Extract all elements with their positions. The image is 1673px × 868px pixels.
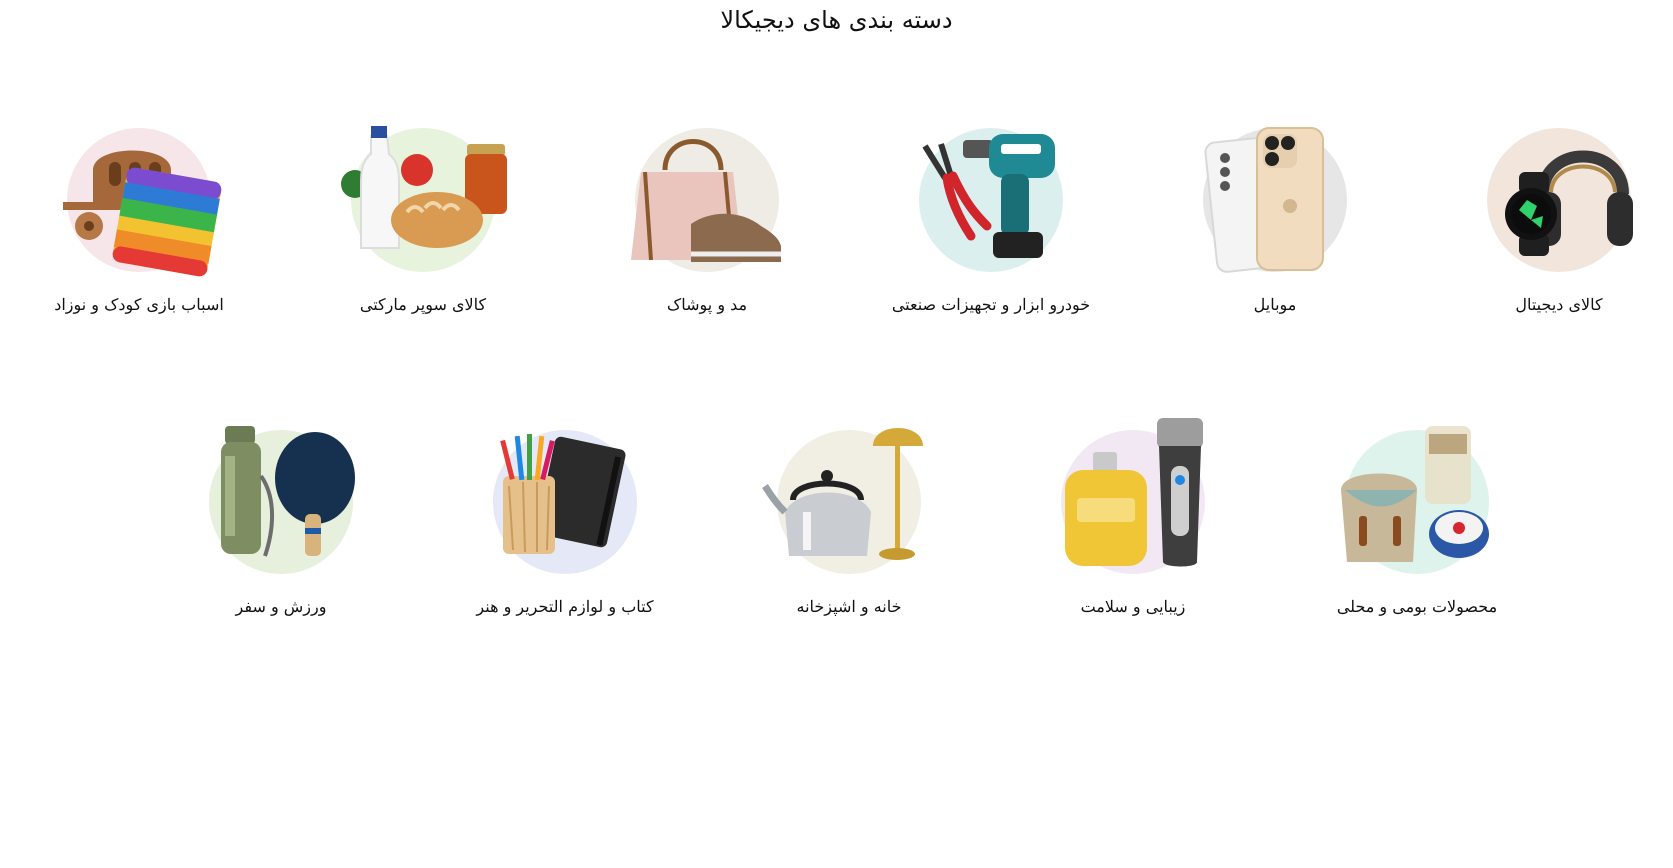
category-books-stationery[interactable]: کتاب و لوازم التحریر و هنر — [465, 420, 665, 620]
local-crafts-icon — [1341, 426, 1489, 562]
category-image — [1061, 418, 1205, 574]
category-fashion[interactable]: مد و پوشاک — [607, 118, 807, 318]
category-label: کالای سوپر مارکتی — [359, 295, 487, 314]
notebook-pencils-icon — [500, 434, 626, 554]
section-title: دسته بندی های دیجیکالا — [720, 6, 953, 34]
category-image — [1487, 128, 1633, 272]
category-label: محصولات بومی و محلی — [1336, 597, 1498, 616]
category-label: زیبایی و سلامت — [1080, 597, 1186, 616]
groceries-icon — [341, 126, 507, 249]
category-tools[interactable]: خودرو ابزار و تجهیزات صنعتی — [891, 118, 1091, 318]
category-label: خانه و اشپزخانه — [796, 597, 902, 616]
toys-icon — [63, 150, 222, 277]
categories-page: دسته بندی های دیجیکالا کالای دیجیتال موب… — [0, 0, 1673, 868]
category-label: ورزش و سفر — [235, 597, 327, 616]
category-supermarket[interactable]: کالای سوپر مارکتی — [323, 118, 523, 318]
category-label: خودرو ابزار و تجهیزات صنعتی — [891, 295, 1091, 314]
kettle-lamp-icon — [762, 428, 923, 560]
category-beauty-health[interactable]: زیبایی و سلامت — [1033, 418, 1233, 620]
category-toys[interactable]: اسباب بازی کودک و نوزاد — [39, 118, 239, 318]
category-digital-goods[interactable]: کالای دیجیتال — [1459, 118, 1659, 318]
category-image — [1203, 127, 1347, 273]
perfume-shaver-icon — [1065, 418, 1203, 567]
category-image — [63, 128, 222, 277]
handbag-shoe-icon — [631, 139, 781, 262]
categories-row-2: محصولات بومی و محلی زیبایی و سلامت خانه … — [0, 418, 1673, 640]
category-label: اسباب بازی کودک و نوزاد — [54, 295, 224, 314]
category-image — [919, 128, 1063, 272]
category-image — [1341, 426, 1489, 574]
category-home-kitchen[interactable]: خانه و اشپزخانه — [749, 420, 949, 620]
category-sports-travel[interactable]: ورزش و سفر — [181, 420, 381, 620]
drill-pruner-icon — [922, 134, 1055, 258]
category-label: کالای دیجیتال — [1515, 295, 1603, 314]
categories-row-1: کالای دیجیتال موبایل خودرو ابزار و تجهیز… — [0, 118, 1673, 338]
category-image — [762, 428, 923, 574]
category-local-products[interactable]: محصولات بومی و محلی — [1317, 420, 1517, 620]
category-label: کتاب و لوازم التحریر و هنر — [476, 597, 654, 616]
category-image — [209, 426, 355, 574]
category-mobile[interactable]: موبایل — [1175, 118, 1375, 318]
category-label: موبایل — [1253, 295, 1297, 314]
category-label: مد و پوشاک — [666, 295, 748, 314]
headphones-watch-icon — [1505, 150, 1633, 256]
category-image — [631, 128, 781, 272]
smartphones-icon — [1204, 127, 1324, 273]
flask-paddle-icon — [221, 426, 355, 557]
category-image — [493, 430, 637, 574]
category-image — [341, 126, 507, 272]
